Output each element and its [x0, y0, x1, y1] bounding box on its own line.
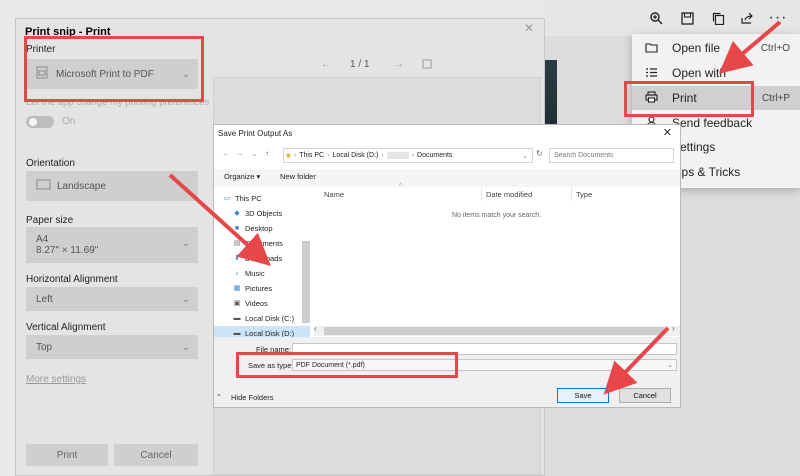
arrow-to-print — [718, 20, 782, 74]
annotation-arrows — [168, 20, 782, 395]
arrow-to-save — [603, 326, 670, 395]
arrow-to-downloads — [168, 173, 271, 267]
